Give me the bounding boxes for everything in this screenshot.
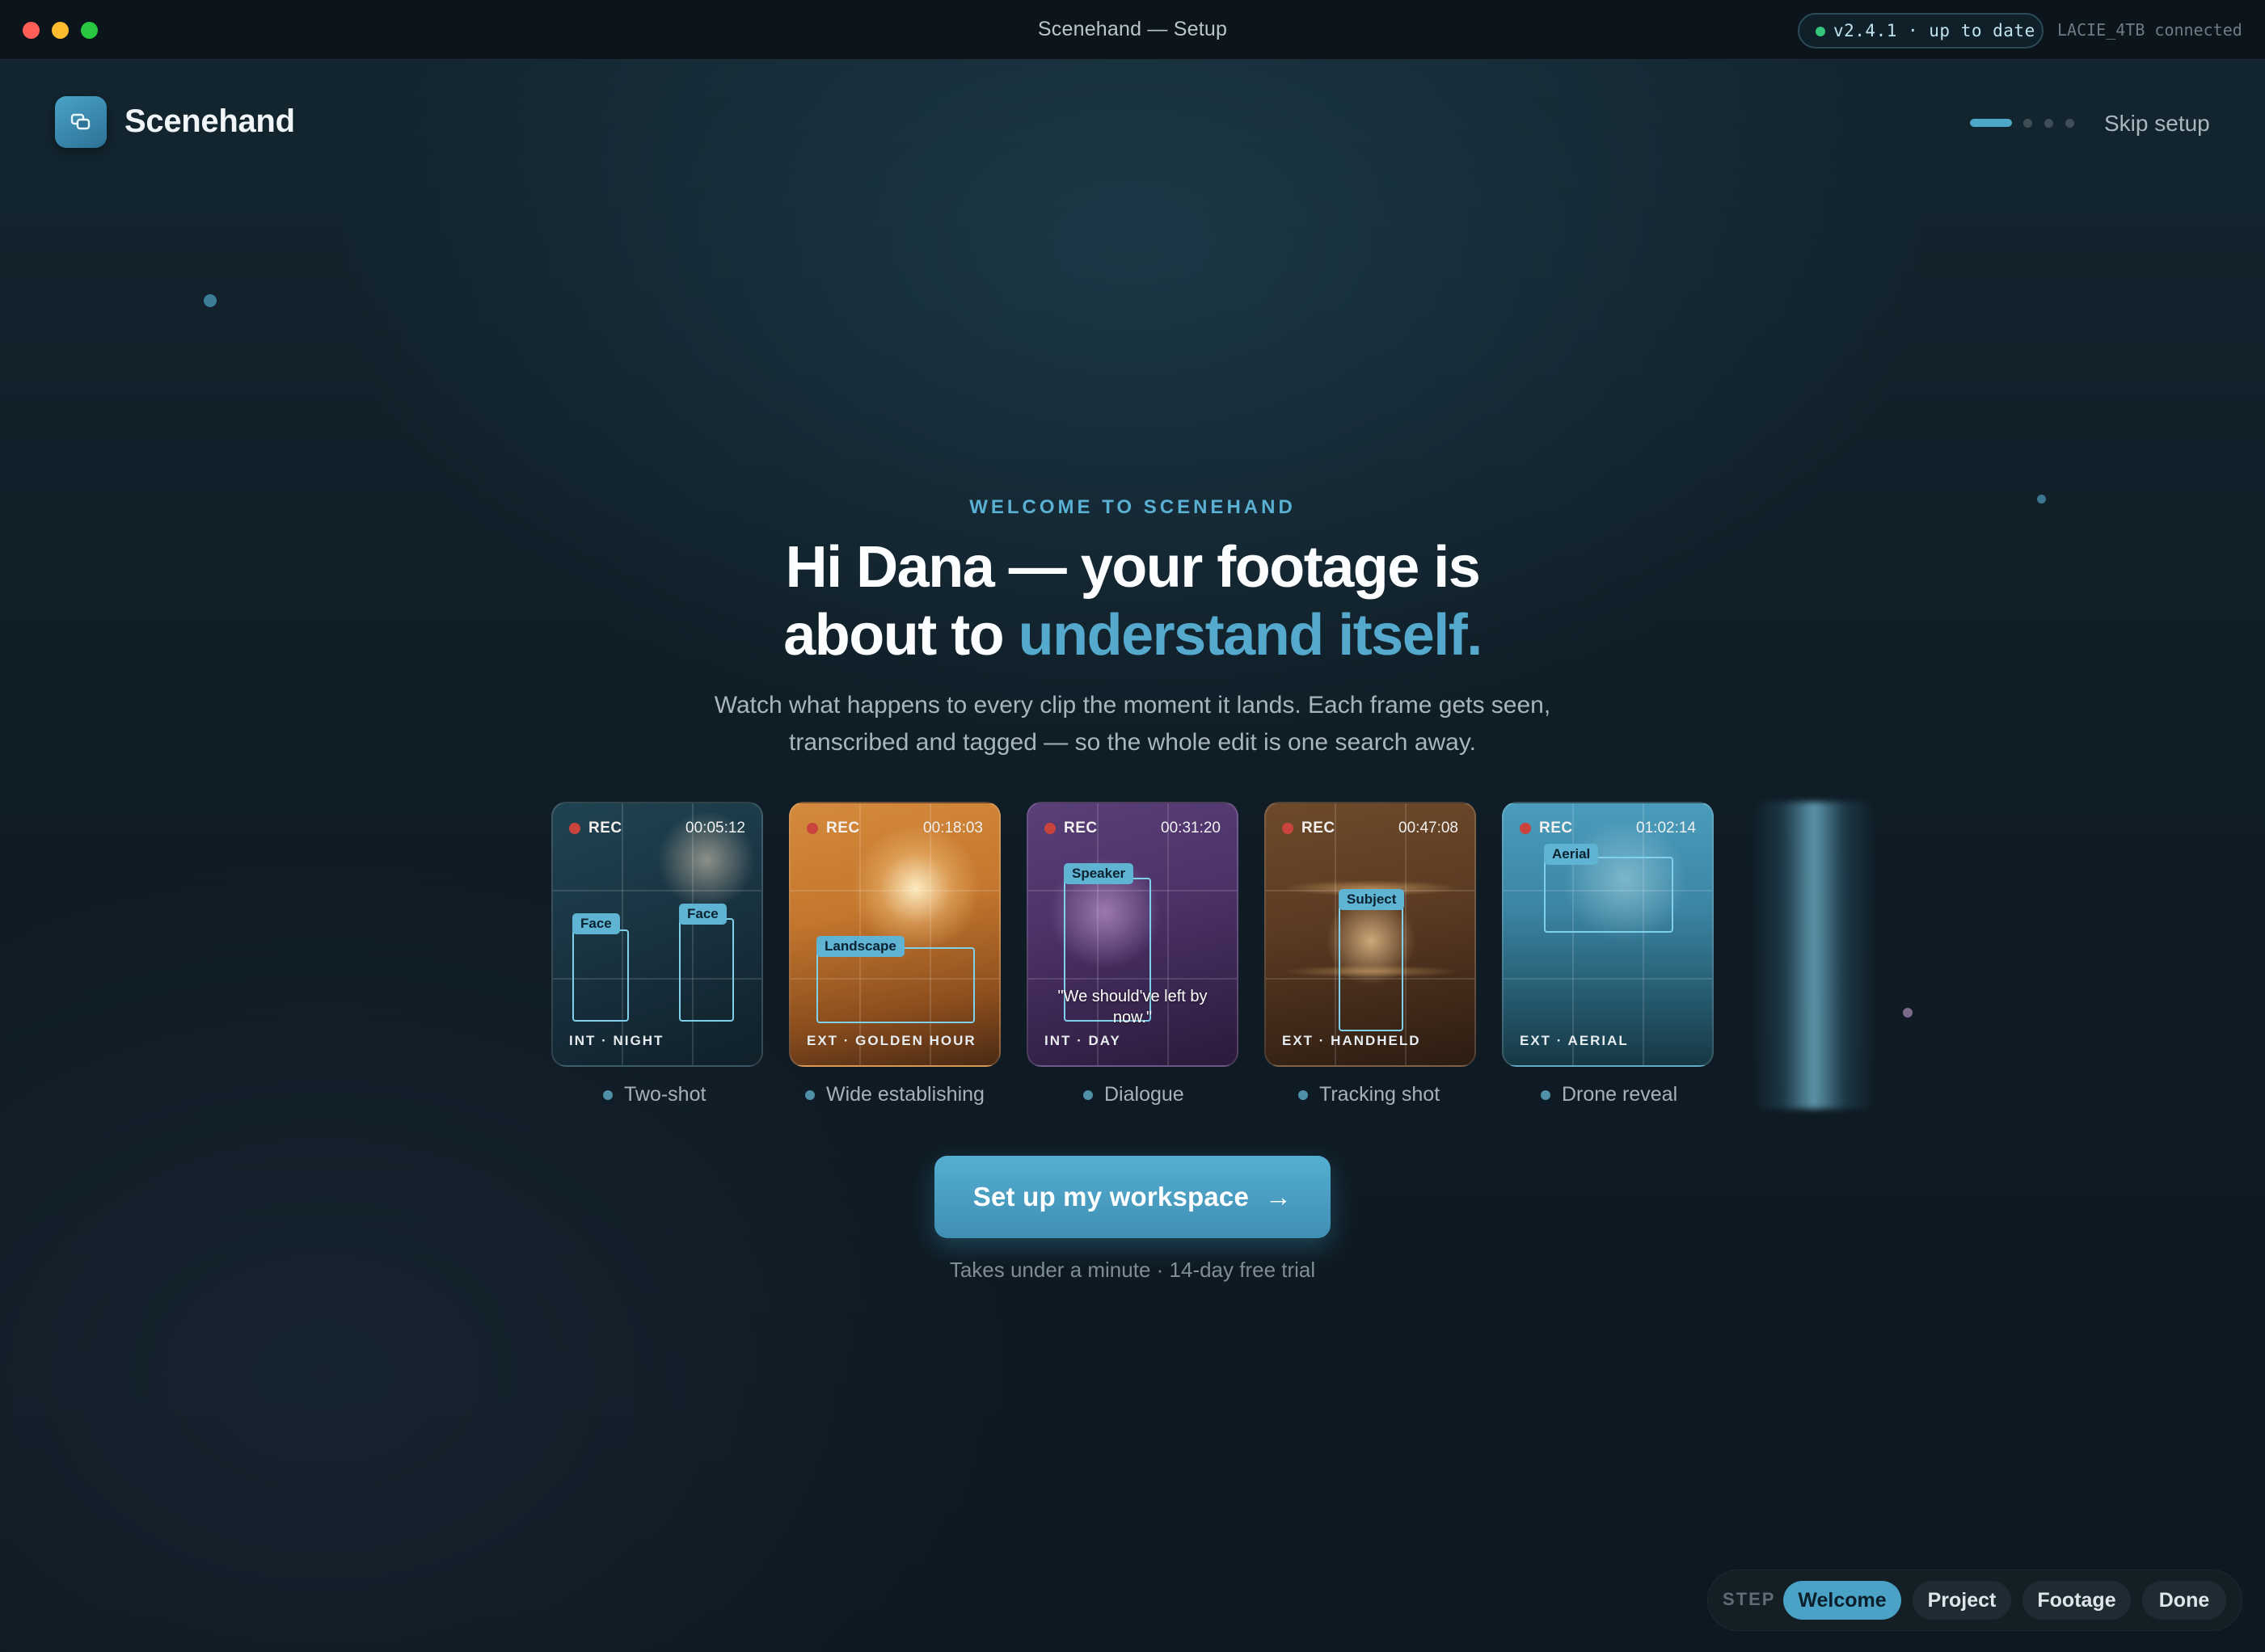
headline-accent: understand itself. <box>1018 603 1483 668</box>
brand-name: Scenehand <box>124 103 295 139</box>
clip-caption: Two-shot <box>603 1083 706 1106</box>
scene-label: INT · DAY <box>1044 1033 1121 1048</box>
arrow-right-icon: → <box>1265 1182 1293 1212</box>
clip-caption-text: Tracking shot <box>1319 1083 1440 1106</box>
clip-caption-text: Wide establishing <box>826 1083 985 1106</box>
layers-icon <box>70 113 91 130</box>
rec-label: REC <box>1301 820 1335 837</box>
timecode: 00:31:20 <box>1161 820 1221 837</box>
clip-caption: Drone reveal <box>1541 1083 1677 1106</box>
progress-step-4 <box>2065 119 2074 128</box>
window-titlebar: Scenehand — Setup v2.4.1 · up to date LA… <box>0 0 2265 60</box>
bullet-icon <box>603 1089 613 1100</box>
hero-headline: Hi Dana — your footage is about to under… <box>0 533 2265 669</box>
record-icon <box>1282 823 1293 834</box>
progress-step-3 <box>2044 119 2053 128</box>
welcome-eyebrow: WELCOME TO SCENEHAND <box>969 496 1296 518</box>
face-bounding-box <box>572 929 629 1022</box>
record-icon <box>807 823 818 834</box>
record-icon <box>569 823 580 834</box>
rec-label: REC <box>1064 820 1098 837</box>
decorative-dot <box>204 294 217 307</box>
record-icon <box>1044 823 1056 834</box>
aerial-bounding-box <box>1544 857 1673 933</box>
bullet-icon <box>805 1089 815 1100</box>
version-status-pill[interactable]: v2.4.1 · up to date <box>1798 13 2044 48</box>
timecode: 00:18:03 <box>923 820 983 837</box>
progress-step-1-active <box>1970 119 2012 127</box>
rec-label: REC <box>1539 820 1573 837</box>
rec-indicator: REC <box>1282 820 1335 837</box>
scene-label: EXT · HANDHELD <box>1282 1033 1421 1048</box>
trial-note: Takes under a minute · 14-day free trial <box>949 1258 1316 1282</box>
timecode: 00:47:08 <box>1398 820 1458 837</box>
step-footage[interactable]: Footage <box>2022 1581 2131 1620</box>
incoming-clip-blur <box>1753 802 1875 1109</box>
clip-caption-text: Dialogue <box>1104 1083 1184 1106</box>
bullet-icon <box>1541 1089 1550 1100</box>
clip-caption: Tracking shot <box>1298 1083 1440 1106</box>
clip-card-two-shot[interactable]: REC 00:05:12 Face Face INT · NIGHT <box>551 802 763 1067</box>
rec-label: REC <box>826 820 860 837</box>
progress-step-2 <box>2023 119 2032 128</box>
headline-line-1: Hi Dana — your footage is <box>785 535 1481 600</box>
landscape-bounding-box <box>816 947 975 1023</box>
setup-workspace-button[interactable]: Set up my workspace → <box>934 1156 1331 1238</box>
clip-caption: Wide establishing <box>805 1083 985 1106</box>
detection-tag: Subject <box>1339 889 1405 910</box>
transcript-caption: "We should've left by now." <box>1057 988 1208 1026</box>
scene-label: INT · NIGHT <box>569 1033 664 1048</box>
bullet-icon <box>1083 1089 1093 1100</box>
step-label: STEP <box>1723 1589 1776 1609</box>
step-welcome[interactable]: Welcome <box>1783 1581 1901 1620</box>
clip-card-dialogue[interactable]: REC 00:31:20 Speaker "We should've left … <box>1027 802 1238 1067</box>
step-project[interactable]: Project <box>1913 1581 2011 1620</box>
record-icon <box>1520 823 1531 834</box>
rec-label: REC <box>588 820 622 837</box>
setup-workspace-label: Set up my workspace <box>972 1182 1250 1212</box>
detection-tag: Landscape <box>816 936 905 957</box>
scene-label: EXT · GOLDEN HOUR <box>807 1033 976 1048</box>
clip-card-wide-establishing[interactable]: REC 00:18:03 Landscape EXT · GOLDEN HOUR <box>789 802 1001 1067</box>
clip-caption-text: Drone reveal <box>1562 1083 1678 1106</box>
app-logo-icon <box>55 96 107 148</box>
skip-setup-link[interactable]: Skip setup <box>2104 111 2210 137</box>
headline-prefix: about to <box>783 603 1019 668</box>
step-done[interactable]: Done <box>2142 1581 2226 1620</box>
drive-status: LACIE_4TB connected <box>2057 20 2242 40</box>
frame-grid <box>791 803 999 1065</box>
detection-tag: Aerial <box>1544 844 1599 865</box>
subject-bounding-box <box>1339 905 1403 1031</box>
clip-caption: Dialogue <box>1083 1083 1184 1106</box>
clip-card-drone-reveal[interactable]: REC 01:02:14 Aerial EXT · AERIAL <box>1502 802 1714 1067</box>
rec-indicator: REC <box>569 820 622 837</box>
face-bounding-box <box>679 918 734 1022</box>
timecode: 00:05:12 <box>685 820 745 837</box>
detection-tag: Face <box>572 913 620 934</box>
scene-label: EXT · AERIAL <box>1520 1033 1629 1048</box>
clip-caption-text: Two-shot <box>624 1083 706 1106</box>
rec-indicator: REC <box>1520 820 1573 837</box>
clip-card-tracking-shot[interactable]: REC 00:47:08 Subject EXT · HANDHELD <box>1264 802 1476 1067</box>
version-status-text: v2.4.1 · up to date <box>1833 21 2035 40</box>
detection-tag: Speaker <box>1064 863 1134 884</box>
hero-subtitle: Watch what happens to every clip the mom… <box>714 692 1551 756</box>
bullet-icon <box>1298 1089 1308 1100</box>
rec-indicator: REC <box>1044 820 1098 837</box>
decorative-dot <box>1903 1008 1913 1018</box>
frame-grid <box>1504 803 1712 1065</box>
detection-tag: Face <box>679 904 727 925</box>
status-ok-icon <box>1816 27 1825 36</box>
rec-indicator: REC <box>807 820 860 837</box>
headline-line-2: about to understand itself. <box>0 601 2265 669</box>
timecode: 01:02:14 <box>1636 820 1696 837</box>
